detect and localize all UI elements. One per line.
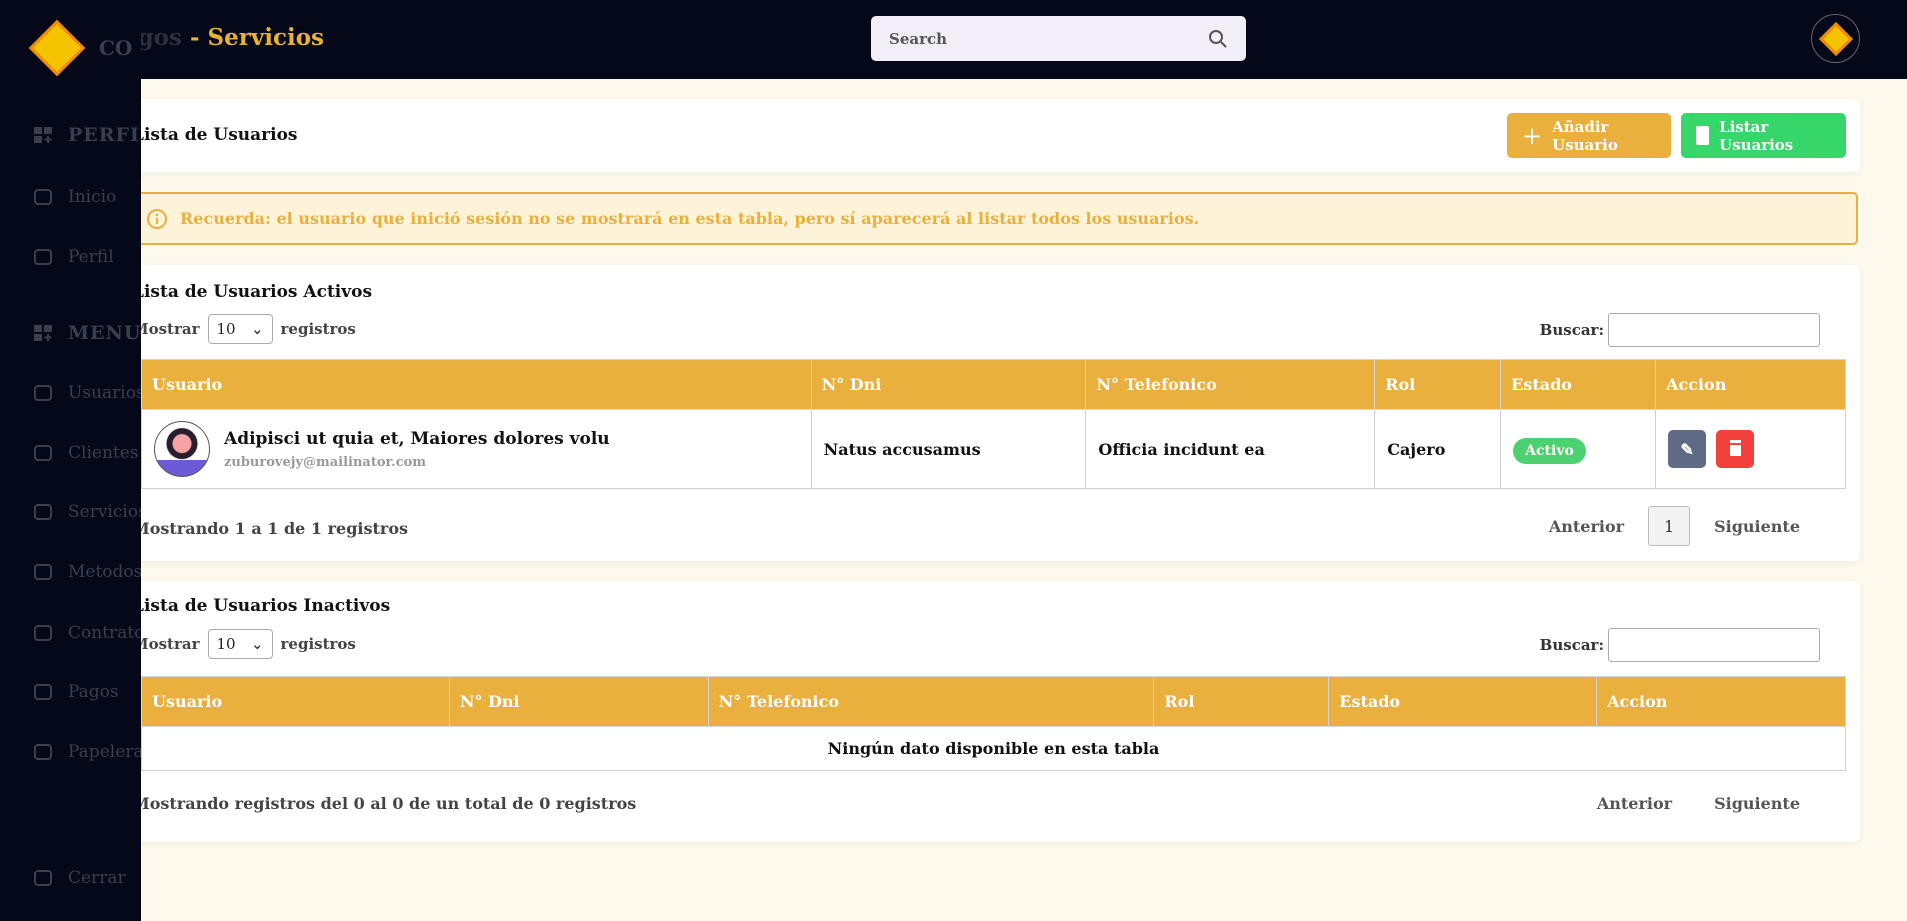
dashboard-icon	[34, 325, 52, 341]
column-header[interactable]: Usuario	[141, 676, 450, 727]
sidebar: CO PERFIL Inicio Perfil MENU Usuarios Cliente…	[0, 0, 141, 921]
previous-page-button[interactable]: Anterior	[1597, 794, 1672, 813]
dni-cell: Natus accusamus	[810, 409, 1087, 489]
user-avatar[interactable]	[1811, 14, 1860, 63]
column-header[interactable]: Accion	[1596, 676, 1846, 727]
sidebar-item-perfil[interactable]: Perfil	[32, 246, 114, 268]
column-header[interactable]: N° Dni	[810, 359, 1087, 410]
chevron-down-icon: ⌄	[250, 320, 264, 338]
logo: CO	[28, 19, 132, 77]
users-icon	[34, 385, 52, 401]
role-cell: Cajero	[1374, 409, 1502, 489]
home-icon	[34, 189, 52, 205]
length-control: Mostrar 10 ⌄ registros	[132, 314, 356, 344]
dollar-icon	[34, 684, 52, 700]
column-header[interactable]: Rol	[1374, 359, 1502, 410]
top-header: Pagos - Servicios Search	[0, 0, 1907, 79]
sidebar-item-papelera[interactable]: Papelera	[32, 741, 141, 763]
table-info: Mostrando registros del 0 al 0 de un tot…	[132, 794, 637, 813]
table-search-input[interactable]	[1608, 628, 1820, 662]
logo-icon	[28, 19, 86, 77]
card-title: Lista de Usuarios	[132, 125, 298, 145]
inactive-users-card: Lista de Usuarios Inactivos Mostrar 10 ⌄ re…	[120, 581, 1860, 842]
users-card: Lista de Usuarios + Añadir Usuario Listar…	[120, 99, 1860, 172]
length-select[interactable]: 10 ⌄	[207, 314, 273, 344]
sidebar-item-pagos[interactable]: Pagos	[32, 681, 119, 703]
active-users-table: Usuario N° Dni N° Telefonico Rol Estado Accio…	[141, 359, 1846, 489]
table-row: Adipisci ut quia et, Maiores dolores vol…	[141, 409, 1846, 489]
sidebar-item-inicio[interactable]: Inicio	[32, 186, 116, 208]
search-icon[interactable]	[1208, 29, 1228, 49]
pagination: Anterior Siguiente	[1597, 794, 1800, 813]
sidebar-heading: MENU	[32, 322, 141, 344]
sidebar-item-servicios[interactable]: Servicios	[32, 501, 141, 523]
chevron-down-icon: ⌄	[250, 635, 264, 653]
dashboard-icon	[34, 127, 52, 143]
plus-icon: +	[1522, 121, 1543, 150]
logout-icon	[34, 870, 52, 886]
next-page-button[interactable]: Siguiente	[1714, 794, 1800, 813]
user-name: Adipisci ut quia et, Maiores dolores vol…	[224, 428, 610, 449]
sidebar-item-metodos[interactable]: Metodos	[32, 561, 141, 583]
empty-row: Ningún dato disponible en esta tabla	[141, 726, 1846, 771]
sidebar-item-usuarios[interactable]: Usuarios	[32, 382, 141, 404]
column-header[interactable]: N° Dni	[448, 676, 709, 727]
table-info: Mostrando 1 a 1 de 1 registros	[132, 519, 409, 538]
length-control: Mostrar 10 ⌄ registros	[132, 629, 356, 659]
table-search-input[interactable]	[1608, 313, 1820, 347]
list-users-button[interactable]: Listar Usuarios	[1681, 113, 1846, 158]
sidebar-item-cerrar[interactable]: Cerrar	[32, 867, 126, 889]
active-users-card: Lista de Usuarios Activos Mostrar 10 ⌄ regi…	[120, 265, 1860, 561]
pencil-icon: ✎	[1680, 439, 1694, 459]
add-user-button[interactable]: + Añadir Usuario	[1507, 113, 1671, 158]
sidebar-item-clientes[interactable]: Clientes	[32, 442, 139, 464]
delete-button[interactable]	[1716, 430, 1755, 468]
search-input[interactable]: Search	[871, 16, 1246, 61]
pagination: Anterior 1 Siguiente	[1549, 506, 1800, 546]
inactive-users-table: Usuario N° Dni N° Telefonico Rol Estado Accio…	[141, 676, 1846, 771]
contract-icon	[34, 625, 52, 641]
column-header[interactable]: Estado	[1328, 676, 1598, 727]
edit-button[interactable]: ✎	[1668, 430, 1707, 468]
card-title: Lista de Usuarios Inactivos	[132, 596, 391, 616]
column-header[interactable]: Accion	[1655, 359, 1846, 410]
sidebar-heading: PERFIL	[32, 124, 141, 146]
table-filter: Buscar:	[1540, 628, 1820, 662]
clients-icon	[34, 445, 52, 461]
next-page-button[interactable]: Siguiente	[1714, 517, 1800, 536]
card-title: Lista de Usuarios Activos	[132, 282, 373, 302]
sidebar-item-contratos[interactable]: Contratos	[32, 622, 141, 644]
pdf-file-icon	[1696, 126, 1710, 145]
phone-cell: Officia incidunt ea	[1085, 409, 1376, 489]
trash-icon	[1729, 442, 1741, 456]
user-email: zuburovejy@mailinator.com	[224, 454, 427, 470]
column-header[interactable]: Usuario	[141, 359, 812, 410]
user-avatar	[154, 421, 210, 477]
column-header[interactable]: N° Telefonico	[707, 676, 1155, 727]
user-icon	[34, 249, 52, 265]
page-button[interactable]: 1	[1648, 506, 1691, 546]
status-badge: Activo	[1513, 437, 1586, 464]
previous-page-button[interactable]: Anterior	[1549, 517, 1624, 536]
info-icon	[147, 208, 167, 229]
info-alert: Recuerda: el usuario que inició sesión n…	[120, 192, 1858, 245]
archive-icon	[34, 744, 52, 760]
length-select[interactable]: 10 ⌄	[207, 629, 273, 659]
column-header[interactable]: Estado	[1500, 359, 1657, 410]
box-icon	[34, 504, 52, 520]
table-header: Usuario N° Dni N° Telefonico Rol Estado Accio…	[141, 676, 1846, 727]
table-header: Usuario N° Dni N° Telefonico Rol Estado Accio…	[141, 359, 1846, 410]
column-header[interactable]: N° Telefonico	[1085, 359, 1376, 410]
column-header[interactable]: Rol	[1153, 676, 1330, 727]
table-filter: Buscar:	[1540, 313, 1820, 347]
money-icon	[34, 564, 52, 580]
